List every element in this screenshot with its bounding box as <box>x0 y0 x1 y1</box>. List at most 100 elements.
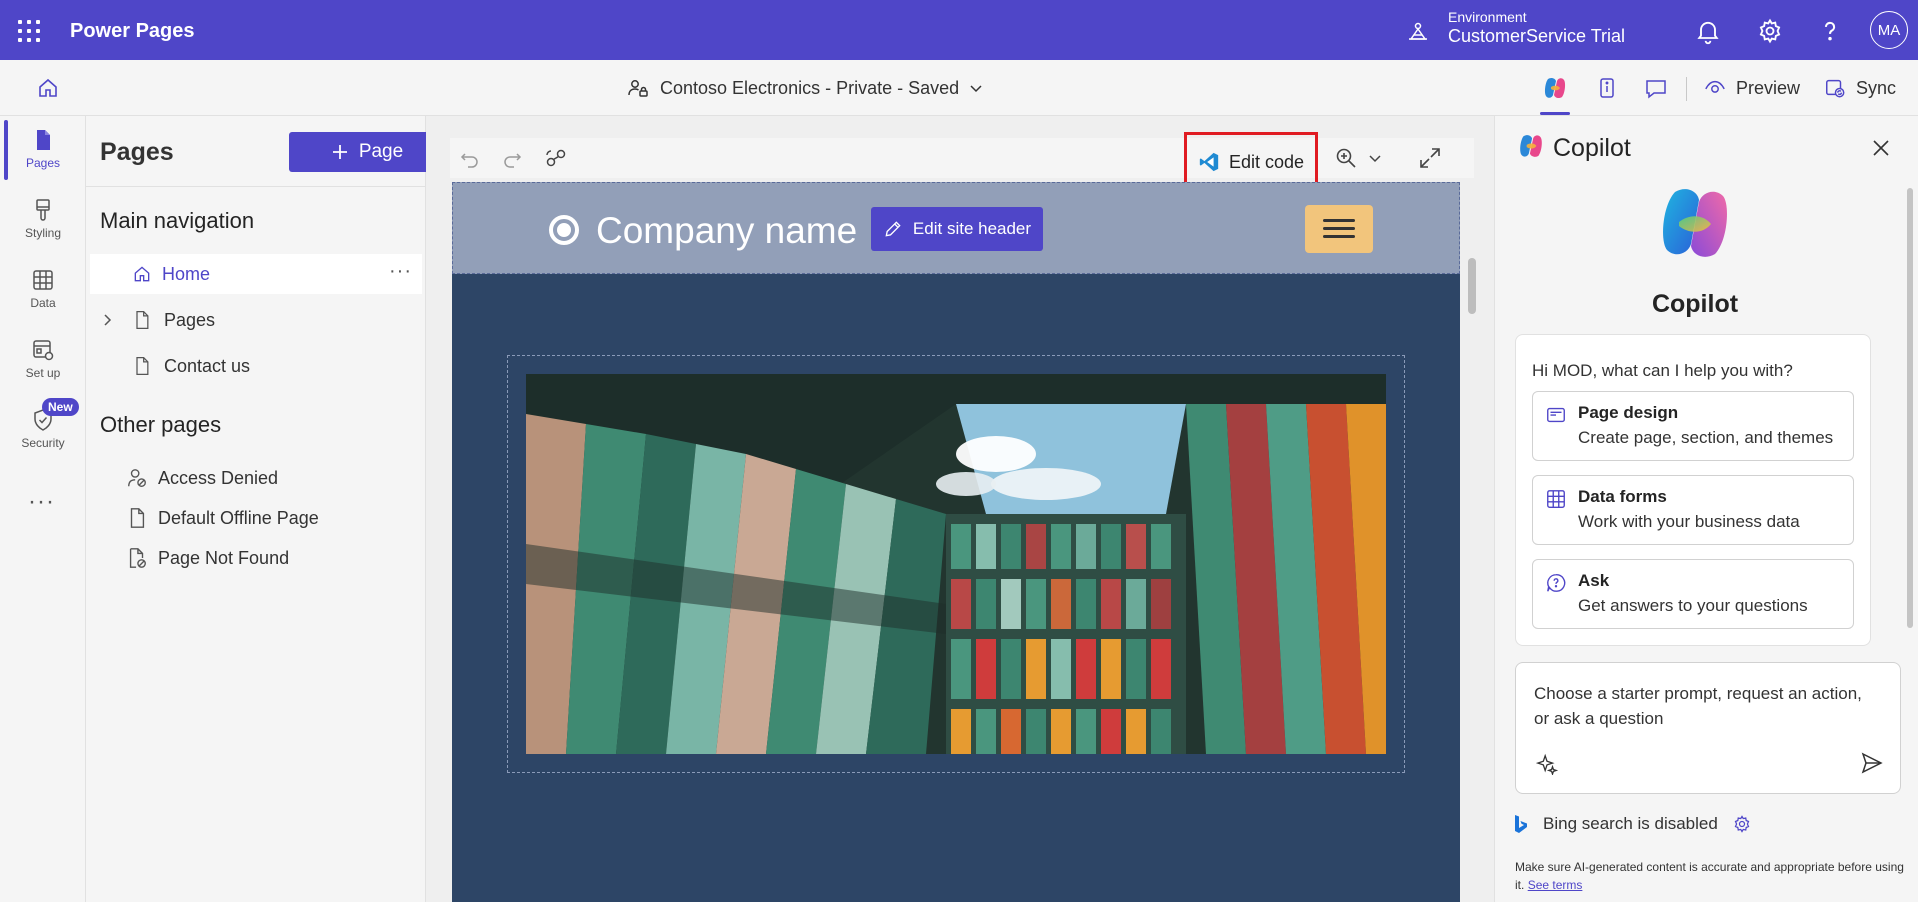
bing-status: Bing search is disabled <box>1513 814 1752 834</box>
gear-icon[interactable] <box>1732 814 1752 834</box>
page-icon <box>37 130 50 150</box>
copilot-heading: Copilot <box>1651 290 1739 318</box>
site-title: Contoso Electronics - Private - Saved <box>660 77 960 98</box>
starter-ask[interactable]: Ask Get answers to your questions <box>1532 559 1854 629</box>
rail-item-label: Security <box>21 436 65 450</box>
nav-item-pages[interactable]: Pages <box>90 300 422 340</box>
new-badge: New <box>42 398 79 416</box>
app-title[interactable]: Power Pages <box>70 20 195 43</box>
rail-item-label: Pages <box>25 156 61 170</box>
starter-title: Page design <box>1578 403 1679 422</box>
send-icon[interactable] <box>1860 751 1884 775</box>
copilot-icon[interactable] <box>1542 75 1568 101</box>
connection-icon[interactable] <box>544 146 568 170</box>
pages-panel: Pages Page Main navigation Home ··· Page… <box>86 116 445 902</box>
rail-item-setup[interactable]: Set up <box>0 338 86 380</box>
more-icon[interactable]: ··· <box>28 488 55 516</box>
redo-icon[interactable] <box>500 146 524 170</box>
home-icon[interactable] <box>36 76 60 100</box>
rail-item-data[interactable]: Data <box>0 268 86 310</box>
chat-question-icon <box>1547 574 1566 592</box>
copilot-pane: Copilot Copilot Hi MOD, what can I help … <box>1494 116 1918 902</box>
expand-icon[interactable] <box>1418 146 1442 170</box>
site-switcher[interactable]: Contoso Electronics - Private - Saved <box>626 76 983 100</box>
edit-site-header-button[interactable]: Edit site header <box>871 207 1043 251</box>
copilot-welcome-card: Hi MOD, what can I help you with? Page d… <box>1515 334 1871 646</box>
chevron-down-icon <box>970 85 982 93</box>
prompt-placeholder: Choose a starter prompt, request an acti… <box>1534 684 1862 728</box>
nav-item-contact-us[interactable]: Contact us <box>90 346 422 386</box>
canvas-toolbar <box>450 138 1474 178</box>
gear-icon[interactable] <box>1756 17 1784 45</box>
environment-label: Environment <box>1448 9 1527 25</box>
paintbrush-icon <box>36 199 50 221</box>
nav-item-home[interactable]: Home ··· <box>90 254 422 294</box>
bing-icon <box>1515 815 1527 833</box>
site-header[interactable]: Company name Edit site header <box>452 182 1460 274</box>
zoom-dropdown[interactable] <box>1334 146 1382 170</box>
rail-item-styling[interactable]: Styling <box>0 198 86 240</box>
avatar[interactable]: MA <box>1870 11 1908 49</box>
more-options-icon[interactable]: ··· <box>389 260 412 283</box>
page-icon <box>136 357 149 375</box>
ai-disclaimer: Make sure AI-generated content is accura… <box>1515 858 1909 894</box>
sparkle-icon[interactable] <box>1536 753 1558 775</box>
starter-data-forms[interactable]: Data forms Work with your business data <box>1532 475 1854 545</box>
preview-label: Preview <box>1736 77 1801 98</box>
home-icon <box>134 266 150 282</box>
app-launcher-icon[interactable] <box>18 20 40 42</box>
copilot-tab-indicator <box>1540 112 1570 115</box>
info-icon[interactable] <box>1594 75 1620 101</box>
rail-item-pages[interactable]: Pages <box>0 128 86 170</box>
copilot-prompt-input[interactable]: Choose a starter prompt, request an acti… <box>1515 662 1901 794</box>
eye-icon <box>1705 80 1725 93</box>
environment-icon[interactable] <box>1406 19 1430 43</box>
hero-section[interactable] <box>507 355 1405 773</box>
environment-name[interactable]: CustomerService Trial <box>1448 26 1625 47</box>
other-pages-heading: Other pages <box>100 412 222 437</box>
bell-icon[interactable] <box>1694 17 1722 45</box>
company-logo-icon <box>549 215 579 245</box>
people-lock-icon <box>628 80 648 97</box>
nav-item-label: Contact us <box>164 355 251 376</box>
canvas-scrollbar[interactable] <box>1468 258 1476 314</box>
chevron-right-icon[interactable] <box>100 313 114 327</box>
divider <box>86 186 426 187</box>
design-canvas: Edit code Company name Edit site header <box>426 116 1494 902</box>
bing-status-text: Bing search is disabled <box>1543 814 1718 833</box>
copilot-scrollbar[interactable] <box>1907 188 1913 628</box>
starter-page-design[interactable]: Page design Create page, section, and th… <box>1532 391 1854 461</box>
undo-icon[interactable] <box>458 146 482 170</box>
other-page-not-found[interactable]: Page Not Found <box>90 538 422 578</box>
table-icon <box>1547 490 1565 508</box>
sync-button[interactable]: Sync <box>1824 77 1896 99</box>
other-page-access-denied[interactable]: Access Denied <box>90 458 422 498</box>
nav-item-label: Access Denied <box>158 467 279 488</box>
hamburger-menu-icon[interactable] <box>1305 205 1373 253</box>
page-blocked-icon <box>129 548 146 568</box>
close-icon[interactable] <box>1871 138 1891 158</box>
chevron-down-icon <box>1369 155 1381 163</box>
help-icon[interactable] <box>1816 17 1844 45</box>
starter-title: Data forms <box>1578 487 1667 506</box>
nav-item-label: Page Not Found <box>158 547 290 568</box>
copilot-logo-icon <box>1663 189 1727 257</box>
command-bar: Contoso Electronics - Private - Saved Pr… <box>0 60 1918 116</box>
copilot-greeting: Hi MOD, what can I help you with? <box>1532 361 1793 380</box>
edit-code-label: Edit code <box>1228 151 1305 172</box>
company-name: Company name <box>596 210 858 251</box>
add-page-label: Page <box>358 141 404 162</box>
zoom-in-icon <box>1336 148 1356 168</box>
add-page-button[interactable]: Page <box>289 132 445 172</box>
other-page-default-offline[interactable]: Default Offline Page <box>90 498 422 538</box>
comment-icon[interactable] <box>1643 75 1669 101</box>
see-terms-link[interactable]: See terms <box>1528 878 1583 892</box>
starter-subtitle: Work with your business data <box>1578 512 1800 531</box>
sync-icon <box>1826 79 1845 98</box>
nav-item-label: Default Offline Page <box>158 507 319 528</box>
preview-button[interactable]: Preview <box>1704 77 1800 99</box>
rail-item-label: Data <box>30 296 56 310</box>
hero-image <box>526 374 1386 754</box>
pages-panel-title: Pages <box>100 138 174 166</box>
copilot-icon <box>1520 135 1542 157</box>
